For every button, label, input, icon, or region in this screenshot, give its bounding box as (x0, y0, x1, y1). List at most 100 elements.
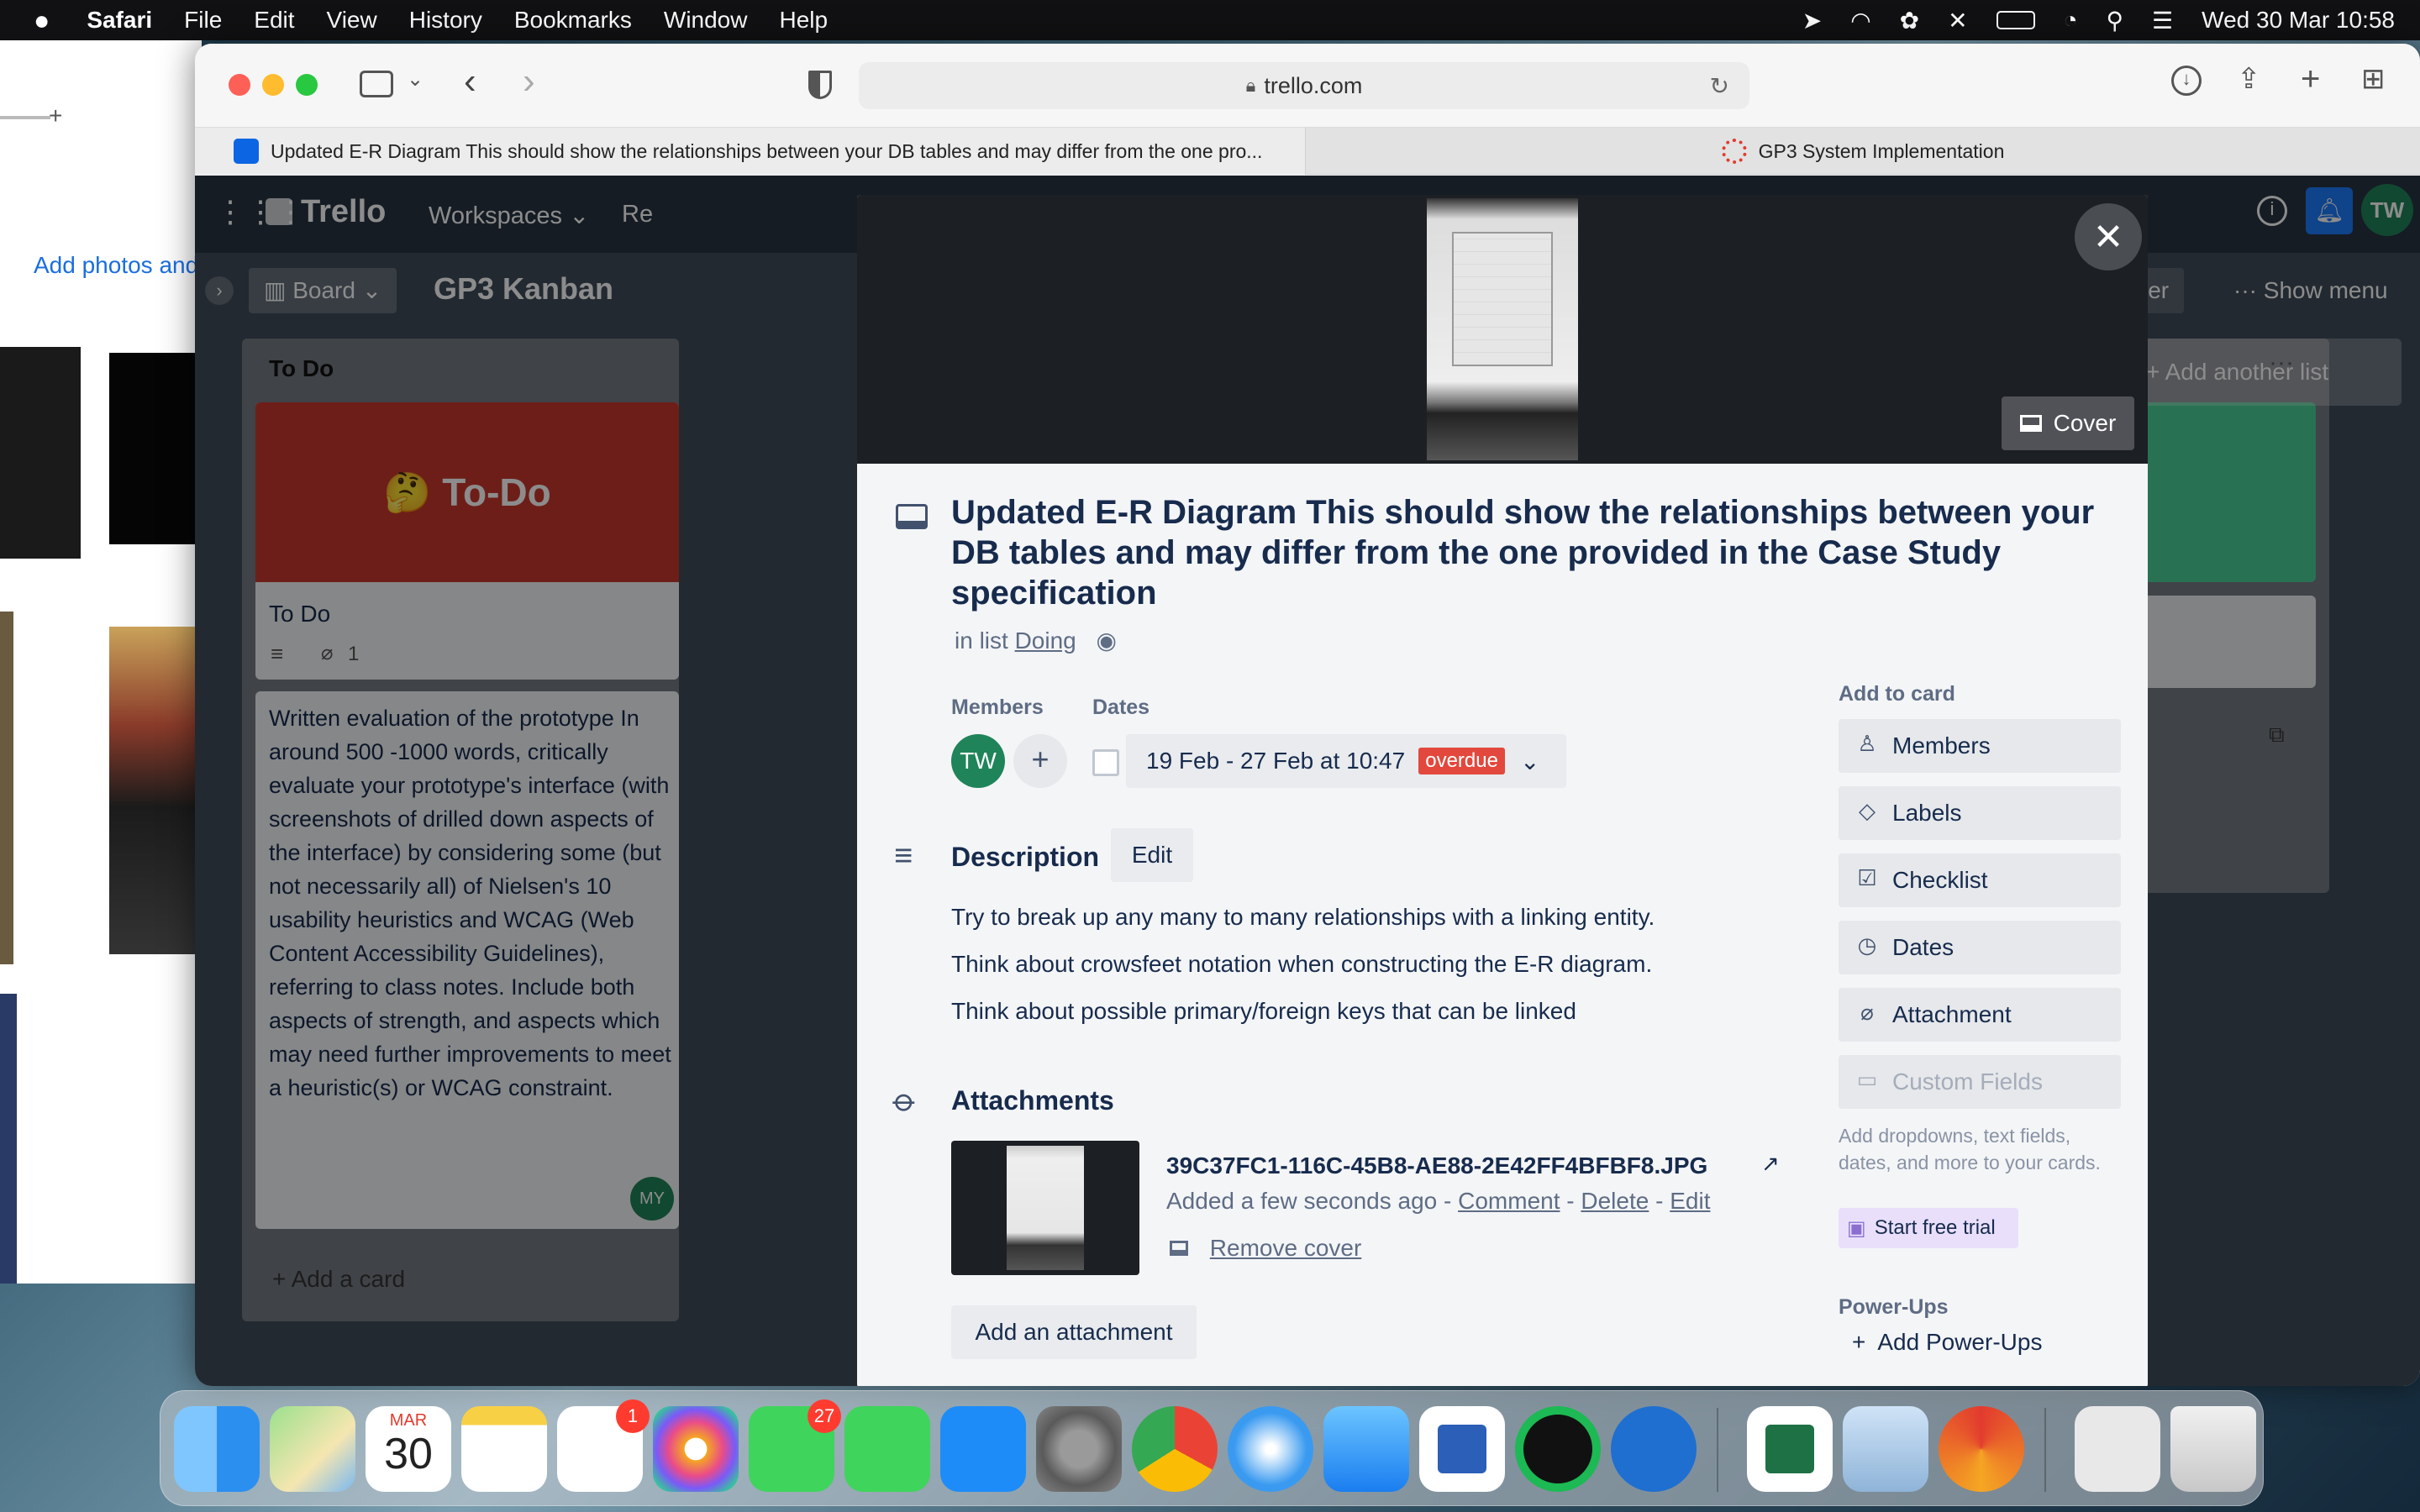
ccleaner-icon[interactable] (1939, 1406, 2024, 1492)
zoom-window-button[interactable] (296, 74, 318, 96)
sidebar-attachment-button[interactable]: ⌀ Attachment (1839, 988, 2121, 1042)
clock-icon: ◷ (1857, 932, 1877, 958)
attachment-edit-link[interactable]: Edit (1670, 1188, 1710, 1214)
zoom-slider[interactable] (0, 116, 50, 119)
trash-icon[interactable] (2170, 1406, 2256, 1492)
zoom-plus-icon[interactable]: + (49, 102, 62, 129)
sidebar-members-button[interactable]: ♙ Members (1839, 719, 2121, 773)
calendar-icon[interactable]: MAR 30 (366, 1406, 451, 1492)
minimize-window-button[interactable] (262, 74, 284, 96)
downloads-icon[interactable]: ↓ (2171, 66, 2202, 96)
attachment-filename[interactable]: 39C37FC1-116C-45B8-AE88-2E42FF4BFBF8.JPG (1166, 1152, 1707, 1179)
edit-description-button[interactable]: Edit (1111, 828, 1193, 882)
description-heading: Description (951, 842, 1100, 872)
mail-icon[interactable] (1323, 1406, 1409, 1492)
chrome-icon[interactable] (1132, 1406, 1218, 1492)
remove-cover-link[interactable]: Remove cover (1170, 1235, 1361, 1262)
apple-icon[interactable]: ● (34, 5, 50, 36)
maps-icon[interactable] (270, 1406, 355, 1492)
canvas-favicon-icon (1721, 139, 1747, 164)
open-external-icon[interactable]: ↗ (1761, 1151, 1780, 1177)
menu-view[interactable]: View (327, 7, 377, 34)
photo-thumbnail[interactable] (109, 353, 202, 544)
menu-help[interactable]: Help (779, 7, 828, 34)
attachment-added: Added a few seconds ago (1166, 1188, 1438, 1214)
app-store-icon[interactable] (940, 1406, 1026, 1492)
facetime-icon[interactable] (844, 1406, 930, 1492)
card-title[interactable]: Updated E-R Diagram This should show the… (951, 492, 2111, 613)
creative-cloud-icon[interactable]: ✿ (1900, 7, 1919, 34)
sidebar-labels-button[interactable]: ◇ Labels (1839, 786, 2121, 840)
new-tab-icon[interactable]: + (2301, 60, 2320, 98)
start-free-trial-label: Start free trial (1874, 1216, 1996, 1239)
back-icon[interactable]: ‹ (464, 60, 476, 102)
menu-edit[interactable]: Edit (254, 7, 294, 34)
menu-app-name[interactable]: Safari (87, 7, 152, 34)
share-icon[interactable]: ⇪ (2237, 62, 2261, 96)
downloads-stack-icon[interactable] (2075, 1406, 2160, 1492)
tab-overview-icon[interactable]: ⊞ (2361, 62, 2386, 96)
add-attachment-button[interactable]: Add an attachment (951, 1305, 1197, 1359)
excel-icon[interactable] (1747, 1406, 1833, 1492)
control-center-icon[interactable]: ☰ (2152, 7, 2173, 34)
privacy-shield-icon[interactable] (808, 71, 832, 99)
start-free-trial-button[interactable]: ▣ Start free trial (1839, 1208, 2018, 1248)
photo-thumbnail[interactable] (0, 994, 17, 1284)
movie-posters-thumbnail[interactable] (109, 627, 202, 954)
wifi-icon[interactable]: ◔ (2064, 7, 2078, 34)
dates-button[interactable]: 19 Feb - 27 Feb at 10:47 overdue ⌄ (1126, 734, 1566, 788)
photo-thumbnail[interactable] (0, 612, 13, 964)
safari-icon[interactable] (1228, 1406, 1313, 1492)
attachment-delete-link[interactable]: Delete (1581, 1188, 1649, 1214)
sidebar-item-label: Custom Fields (1892, 1068, 2043, 1095)
tab-inactive[interactable]: GP3 System Implementation (1306, 128, 2420, 175)
photo-thumbnail[interactable] (0, 347, 81, 559)
due-complete-checkbox[interactable] (1092, 749, 1119, 776)
in-list-line: in list Doing ◉ (955, 627, 1117, 654)
address-bar[interactable]: 🔒︎ trello.com ↻ (859, 62, 1749, 109)
cover-image[interactable] (1427, 198, 1578, 460)
add-power-ups-button[interactable]: + Add Power-Ups (1852, 1329, 2042, 1356)
spotlight-search-icon[interactable]: ⚲ (2107, 7, 2124, 34)
reminders-icon[interactable]: 1 (557, 1399, 650, 1492)
forward-icon[interactable]: › (523, 60, 535, 102)
list-link[interactable]: Doing (1015, 627, 1076, 654)
menu-history[interactable]: History (409, 7, 482, 34)
close-window-button[interactable] (229, 74, 250, 96)
sidebar-toggle-icon[interactable] (360, 71, 393, 97)
cover-icon (2019, 415, 2042, 432)
menu-bookmarks[interactable]: Bookmarks (514, 7, 632, 34)
notes-icon[interactable] (461, 1406, 547, 1492)
reload-icon[interactable]: ↻ (1710, 72, 1729, 100)
system-preferences-icon[interactable] (1036, 1406, 1122, 1492)
cover-button[interactable]: Cover (2002, 396, 2134, 450)
finder-icon[interactable] (174, 1406, 260, 1492)
tab-active[interactable]: Updated E-R Diagram This should show the… (195, 128, 1306, 175)
menubar-clock[interactable]: Wed 30 Mar 10:58 (2202, 7, 2395, 34)
cloud-app-icon[interactable] (1611, 1406, 1697, 1492)
dates-label: Dates (1092, 696, 1150, 719)
member-avatar[interactable]: TW (951, 734, 1005, 788)
battery-icon[interactable] (1996, 11, 2035, 29)
url-text: trello.com (1264, 72, 1363, 98)
close-modal-button[interactable]: ✕ (2075, 203, 2142, 270)
attachment-comment-link[interactable]: Comment (1458, 1188, 1560, 1214)
menu-file[interactable]: File (184, 7, 222, 34)
attachment-thumbnail[interactable] (951, 1141, 1139, 1275)
sidebar-dates-button[interactable]: ◷ Dates (1839, 921, 2121, 974)
photos-icon[interactable] (653, 1406, 739, 1492)
add-member-button[interactable]: + (1013, 734, 1067, 788)
bluetooth-off-icon[interactable]: ✕ (1948, 7, 1967, 34)
sidebar-checklist-button[interactable]: ☑ Checklist (1839, 853, 2121, 907)
airplay-icon[interactable]: ◠ (1850, 7, 1870, 34)
chevron-down-icon[interactable]: ⌄ (407, 67, 424, 92)
word-icon[interactable] (1419, 1406, 1505, 1492)
sidebar-custom-fields-button[interactable]: ▭ Custom Fields (1839, 1055, 2121, 1109)
menu-window[interactable]: Window (664, 7, 748, 34)
location-icon[interactable]: ➤ (1802, 7, 1822, 34)
add-photos-link[interactable]: Add photos and (34, 252, 198, 279)
preview-icon[interactable] (1843, 1406, 1928, 1492)
spotify-icon[interactable] (1515, 1406, 1601, 1492)
watch-icon[interactable]: ◉ (1097, 627, 1117, 654)
messages-icon[interactable]: 27 (749, 1399, 841, 1492)
